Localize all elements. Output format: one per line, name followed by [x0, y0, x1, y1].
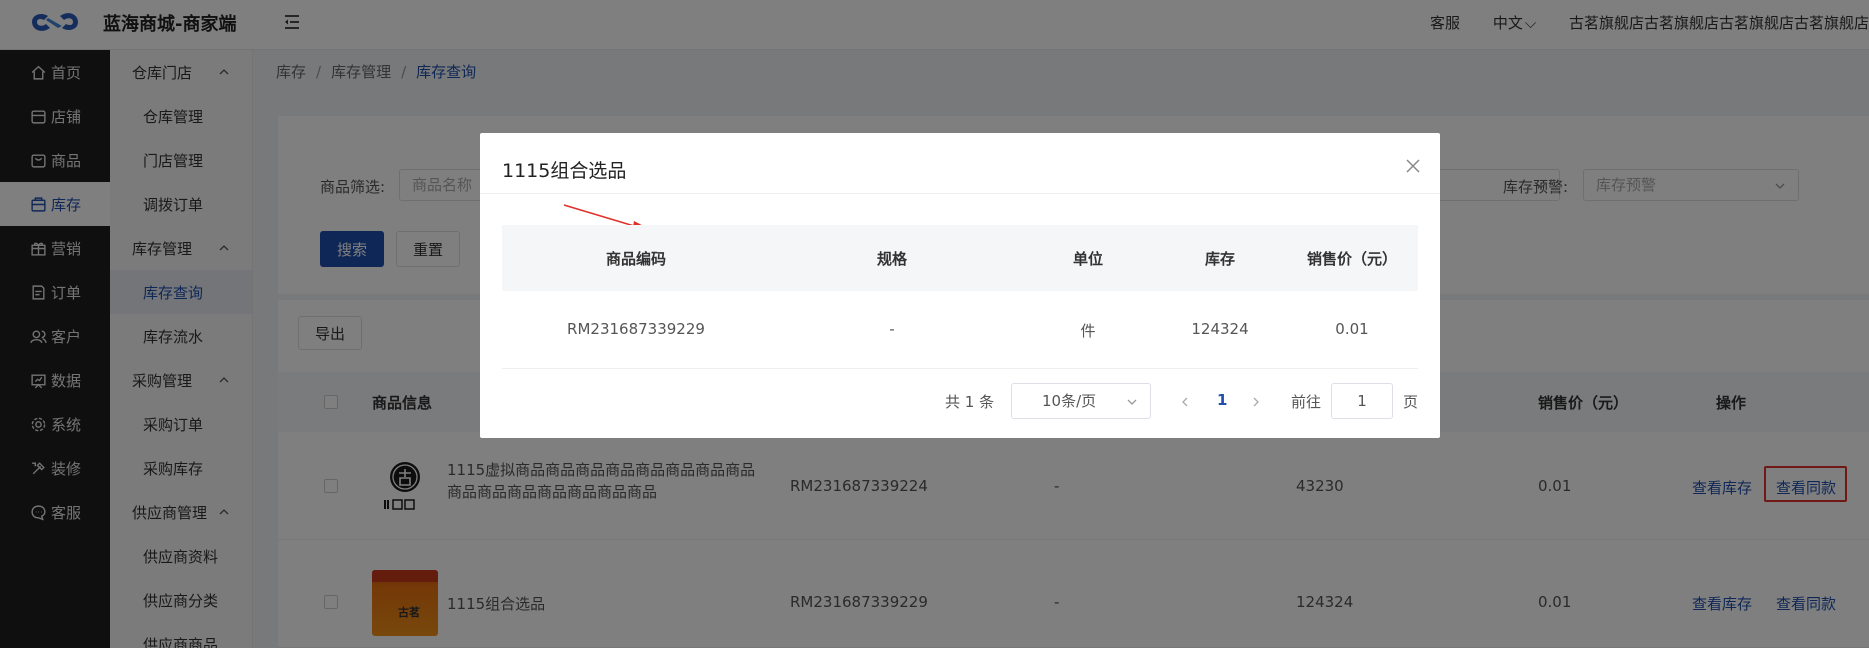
same-goods-dialog: 1115组合选品 商品编码 规格 单位 库存 销售价（元） RM23168733…: [480, 133, 1440, 438]
row-goods-code: RM231687339229: [567, 320, 705, 338]
col-sale-price: 销售价（元）: [1306, 250, 1398, 268]
row-sale-price: 0.01: [1335, 320, 1369, 338]
pagination: 共 1 条 10条/页 1 前往 1 页: [480, 369, 1440, 429]
row-unit: 件: [1080, 322, 1096, 340]
col-unit: 单位: [1072, 250, 1104, 268]
chevron-right-icon[interactable]: [1251, 397, 1261, 407]
col-stock: 库存: [1204, 250, 1236, 268]
page-size-select[interactable]: 10条/页: [1011, 383, 1151, 419]
page-size-value: 10条/页: [1042, 392, 1097, 410]
row-spec: -: [889, 320, 895, 338]
dialog-table-row: RM231687339229 - 件 124324 0.01: [502, 291, 1418, 369]
pagination-total: 共 1 条: [945, 393, 995, 411]
row-stock: 124324: [1191, 320, 1249, 338]
chevron-down-icon: [1127, 399, 1137, 405]
goto-label: 前往: [1291, 393, 1322, 411]
page-suffix: 页: [1403, 393, 1419, 411]
col-spec: 规格: [876, 250, 908, 268]
goto-page-input[interactable]: 1: [1331, 383, 1393, 419]
current-page[interactable]: 1: [1217, 391, 1227, 409]
dialog-table-header: 商品编码 规格 单位 库存 销售价（元）: [502, 225, 1418, 291]
chevron-left-icon[interactable]: [1180, 397, 1190, 407]
close-icon[interactable]: [1406, 159, 1420, 173]
col-goods-code: 商品编码: [605, 250, 667, 268]
dialog-title: 1115组合选品: [502, 160, 627, 182]
dialog-divider: [480, 193, 1440, 194]
